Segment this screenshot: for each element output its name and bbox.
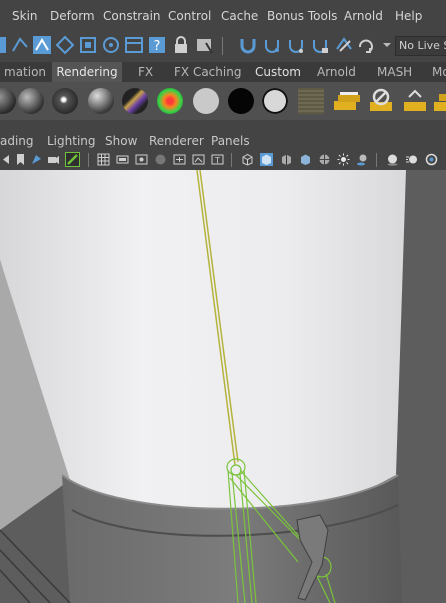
texture-icon[interactable] <box>298 88 324 114</box>
light-icon[interactable] <box>337 153 350 166</box>
panel-menubar: ading Lighting Show Renderer Panels <box>0 131 446 151</box>
render-settings-icon[interactable] <box>124 35 144 55</box>
phong-material-icon[interactable] <box>52 88 78 114</box>
floor-lines <box>0 529 71 603</box>
snap-view-icon[interactable] <box>78 35 98 55</box>
blinn-material-icon[interactable] <box>18 88 44 114</box>
panel-menu-lighting[interactable]: Lighting <box>47 134 96 148</box>
panel-menu-show[interactable]: Show <box>105 134 137 148</box>
previous-view-icon[interactable] <box>0 153 13 166</box>
magnet-icon[interactable] <box>238 35 258 55</box>
menu-deform[interactable]: Deform <box>50 9 95 23</box>
bookmark-icon[interactable] <box>14 153 27 166</box>
batch-render-icon[interactable] <box>367 87 395 115</box>
layered-shader-icon[interactable] <box>262 88 288 114</box>
svg-text:T: T <box>214 156 220 165</box>
toolbar-separator <box>222 37 223 55</box>
field-chart-icon[interactable] <box>173 153 186 166</box>
tab-animation[interactable]: mation <box>0 62 52 82</box>
viewport-scene <box>0 170 406 603</box>
anti-aliasing-icon[interactable] <box>425 153 438 166</box>
camera-icon[interactable] <box>47 153 60 166</box>
motion-blur-icon[interactable] <box>405 153 418 166</box>
phonge-material-icon[interactable] <box>88 88 114 114</box>
redo-icon[interactable] <box>356 35 376 55</box>
ambient-occlusion-icon[interactable] <box>386 153 399 166</box>
menu-constrain[interactable]: Constrain <box>103 9 161 23</box>
lasso-icon[interactable] <box>194 35 214 55</box>
help-line-icon[interactable]: ? <box>147 35 167 55</box>
live-surface-field[interactable]: No Live S <box>395 36 446 56</box>
menu-cache[interactable]: Cache <box>221 9 258 23</box>
grid-icon[interactable] <box>97 153 110 166</box>
panel-menu-shading[interactable]: ading <box>0 134 34 148</box>
camera-attributes-icon[interactable] <box>30 153 43 166</box>
wireframe-icon[interactable] <box>241 153 254 166</box>
tab-arnold[interactable]: Arnold <box>313 62 363 82</box>
tab-rendering[interactable]: Rendering <box>52 62 122 82</box>
snap-plane-icon[interactable] <box>310 35 330 55</box>
panel-menu-renderer[interactable]: Renderer <box>149 134 204 148</box>
tab-fx[interactable]: FX <box>134 62 156 82</box>
chevron-down-icon[interactable] <box>377 35 397 55</box>
main-menubar: Skin Deform Constrain Control Cache Bonu… <box>0 0 446 32</box>
lambert-material-icon[interactable] <box>0 88 16 114</box>
resolution-gate-icon[interactable] <box>135 153 148 166</box>
shelf-tabs: mation Rendering FX FX Caching Custom Ar… <box>0 62 446 82</box>
safe-action-icon[interactable] <box>192 153 205 166</box>
textured-icon[interactable] <box>299 153 312 166</box>
tab-fx-caching[interactable]: FX Caching <box>170 62 242 82</box>
snap-live-icon[interactable] <box>334 35 354 55</box>
tab-mash[interactable]: MASH <box>373 62 419 82</box>
safe-title-icon[interactable]: T <box>211 153 224 166</box>
render-view-icon[interactable] <box>401 87 429 115</box>
toolbar-separator <box>376 153 377 167</box>
film-gate-icon[interactable] <box>116 153 129 166</box>
menu-skin[interactable]: Skin <box>12 9 38 23</box>
anisotropic-material-icon[interactable] <box>122 88 148 114</box>
toolbar-separator <box>231 153 232 167</box>
tab-motion-graphics[interactable]: Mo <box>428 62 446 82</box>
panel-menu-panels[interactable]: Panels <box>211 134 250 148</box>
snap-grid-icon[interactable] <box>32 35 52 55</box>
viewport-3d[interactable] <box>0 170 446 603</box>
gate-mask-icon[interactable] <box>154 153 167 166</box>
lock-icon[interactable] <box>171 35 191 55</box>
render-sequence-icon[interactable] <box>331 87 361 115</box>
snap-point-icon[interactable] <box>55 35 75 55</box>
panel-toolbar: T <box>0 151 446 170</box>
use-background-icon[interactable] <box>228 88 254 114</box>
toolbar-separator <box>88 153 89 167</box>
surface-shader-icon[interactable] <box>193 88 219 114</box>
shadows-icon[interactable] <box>356 153 369 166</box>
svg-text:?: ? <box>154 39 161 54</box>
menu-arnold[interactable]: Arnold <box>344 9 383 23</box>
ipr-render-icon[interactable] <box>431 87 446 115</box>
tab-custom[interactable]: Custom <box>251 62 305 82</box>
default-lighting-icon[interactable] <box>318 153 331 166</box>
menu-control[interactable]: Control <box>168 9 211 23</box>
snap-curve-icon[interactable] <box>10 35 30 55</box>
rendering-shelf <box>0 82 446 120</box>
smooth-shade-icon[interactable] <box>260 153 273 166</box>
grease-pencil-icon[interactable] <box>65 152 80 167</box>
snap-curve-icon[interactable] <box>262 35 282 55</box>
status-line: ? No Live S <box>0 32 446 59</box>
snap-surface-icon[interactable] <box>101 35 121 55</box>
menu-help[interactable]: Help <box>395 9 422 23</box>
snap-point-icon[interactable] <box>286 35 306 55</box>
ramp-shader-icon[interactable] <box>157 88 183 114</box>
wireframe-on-shaded-icon[interactable] <box>280 153 293 166</box>
menu-bonus-tools[interactable]: Bonus Tools <box>267 9 337 23</box>
